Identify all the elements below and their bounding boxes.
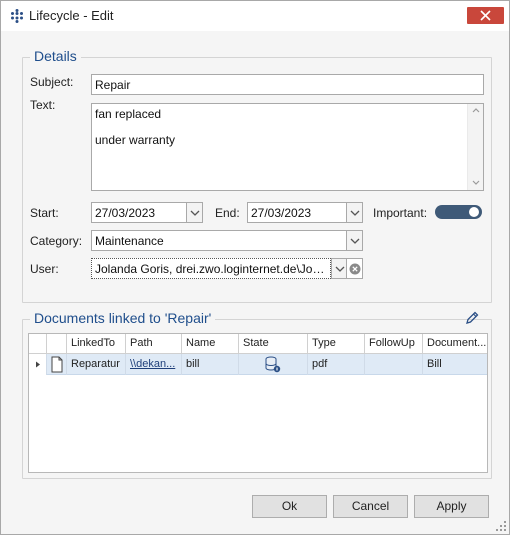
category-select[interactable]: Maintenance bbox=[91, 230, 347, 251]
cell-followup bbox=[365, 354, 423, 375]
row-arrow-icon bbox=[36, 361, 40, 368]
header-document[interactable]: Document... bbox=[423, 334, 487, 354]
cancel-button[interactable]: Cancel bbox=[333, 495, 408, 518]
cell-type: pdf bbox=[308, 354, 365, 375]
ok-button[interactable]: Ok bbox=[252, 495, 327, 518]
cell-path[interactable]: \\dekan... bbox=[126, 354, 182, 375]
text-memo[interactable]: fan replaced under warranty bbox=[91, 103, 484, 191]
category-dropdown[interactable] bbox=[346, 230, 363, 251]
start-label: Start: bbox=[30, 206, 59, 220]
path-link[interactable]: \\dekan... bbox=[130, 358, 175, 370]
end-date-dropdown[interactable] bbox=[346, 202, 363, 223]
header-linkedto[interactable]: LinkedTo bbox=[67, 334, 126, 354]
header-icon bbox=[47, 334, 67, 354]
grid-header: LinkedTo Path Name State Type FollowUp D… bbox=[29, 334, 487, 354]
header-state[interactable]: State bbox=[239, 334, 308, 354]
cell-name: bill bbox=[182, 354, 239, 375]
document-icon bbox=[51, 356, 63, 373]
scroll-down-icon bbox=[472, 180, 480, 185]
text-line-2: under warranty bbox=[95, 133, 176, 147]
header-path[interactable]: Path bbox=[126, 334, 182, 354]
user-clear-button[interactable] bbox=[346, 258, 363, 279]
details-legend: Details bbox=[30, 48, 81, 64]
documents-grid[interactable]: LinkedTo Path Name State Type FollowUp D… bbox=[28, 333, 488, 473]
user-select[interactable]: Jolanda Goris, drei.zwo.loginternet.de\J… bbox=[91, 258, 331, 279]
user-dropdown[interactable] bbox=[331, 258, 347, 279]
cell-state bbox=[239, 354, 308, 375]
pencil-icon[interactable] bbox=[464, 310, 480, 326]
category-label: Category: bbox=[30, 234, 83, 248]
header-followup[interactable]: FollowUp bbox=[365, 334, 423, 354]
chevron-down-icon bbox=[350, 238, 360, 244]
cell-document: Bill bbox=[427, 358, 442, 370]
end-date-input[interactable]: 27/03/2023 bbox=[247, 202, 347, 223]
header-name[interactable]: Name bbox=[182, 334, 239, 354]
subject-input[interactable]: Repair bbox=[91, 74, 484, 95]
clear-icon bbox=[349, 263, 361, 275]
start-date-dropdown[interactable] bbox=[186, 202, 203, 223]
apply-button[interactable]: Apply bbox=[414, 495, 489, 518]
text-label: Text: bbox=[30, 98, 56, 112]
header-indicator bbox=[29, 334, 47, 354]
close-button[interactable] bbox=[467, 7, 504, 24]
chevron-down-icon bbox=[190, 210, 200, 216]
scroll-up-icon bbox=[472, 108, 480, 113]
user-label: User: bbox=[30, 262, 59, 276]
lifecycle-edit-dialog: Lifecycle - Edit Details Subject: Repair… bbox=[0, 0, 510, 535]
important-toggle[interactable] bbox=[435, 205, 482, 219]
text-scrollbar[interactable] bbox=[467, 104, 483, 190]
chevron-down-icon bbox=[335, 266, 345, 272]
toggle-knob bbox=[469, 207, 479, 217]
title-bar: Lifecycle - Edit bbox=[1, 1, 509, 31]
row-file-cell bbox=[47, 354, 67, 375]
chevron-down-icon bbox=[350, 210, 360, 216]
header-type[interactable]: Type bbox=[308, 334, 365, 354]
app-grid-icon bbox=[11, 9, 23, 23]
subject-label: Subject: bbox=[30, 75, 74, 89]
table-row[interactable]: Reparatur \\dekan... bill pdf Bill bbox=[29, 354, 487, 375]
row-indicator bbox=[29, 354, 47, 375]
start-date-input[interactable]: 27/03/2023 bbox=[91, 202, 187, 223]
close-icon bbox=[480, 10, 491, 21]
text-line-1: fan replaced bbox=[95, 107, 162, 121]
end-label: End: bbox=[215, 206, 240, 220]
important-label: Important: bbox=[373, 206, 428, 220]
database-info-icon bbox=[265, 356, 281, 373]
cell-linkedto: Reparatur bbox=[67, 354, 126, 375]
documents-legend: Documents linked to 'Repair' bbox=[30, 310, 216, 326]
resize-grip-icon[interactable] bbox=[496, 521, 506, 531]
window-title: Lifecycle - Edit bbox=[29, 8, 114, 23]
